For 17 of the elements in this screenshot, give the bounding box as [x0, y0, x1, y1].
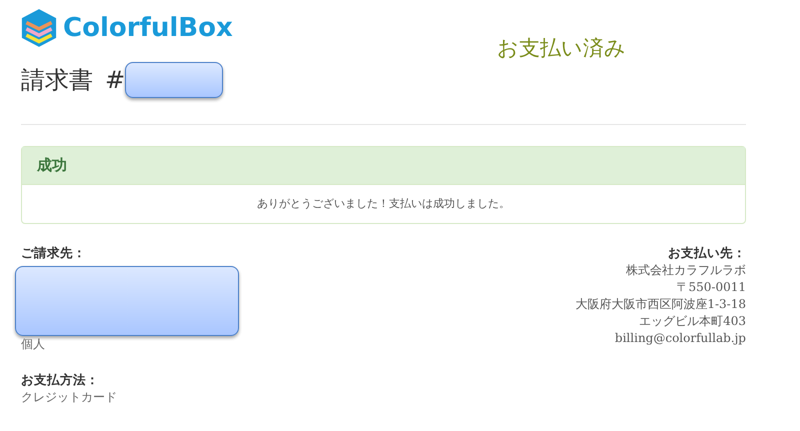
payment-method: クレジットカード [21, 389, 118, 406]
section-heading: お支払い先： [667, 244, 746, 262]
invoice-title: 請求書 [21, 65, 93, 96]
alert-title: 成功 [22, 147, 745, 185]
address-line: エッグビル本町403 [638, 313, 746, 330]
address-line: 個人 [21, 336, 46, 353]
logo-icon [21, 8, 57, 48]
address-line: 〒550-0011 [676, 279, 746, 296]
hash-sign: # [105, 66, 126, 94]
logo-text: ColorfulBox [63, 13, 233, 43]
alert-message: ありがとうございました！支払いは成功しました。 [257, 197, 510, 210]
section-heading: お支払方法： [21, 371, 100, 389]
address-line: 大阪府大阪市西区阿波座1-3-18 [575, 296, 746, 313]
address-line: 株式会社カラフルラボ [625, 262, 746, 279]
section-heading: ご請求先： [21, 244, 87, 262]
paid-status: お支払い済み [497, 36, 626, 60]
address-line: billing@colorfullab.jp [614, 330, 746, 347]
